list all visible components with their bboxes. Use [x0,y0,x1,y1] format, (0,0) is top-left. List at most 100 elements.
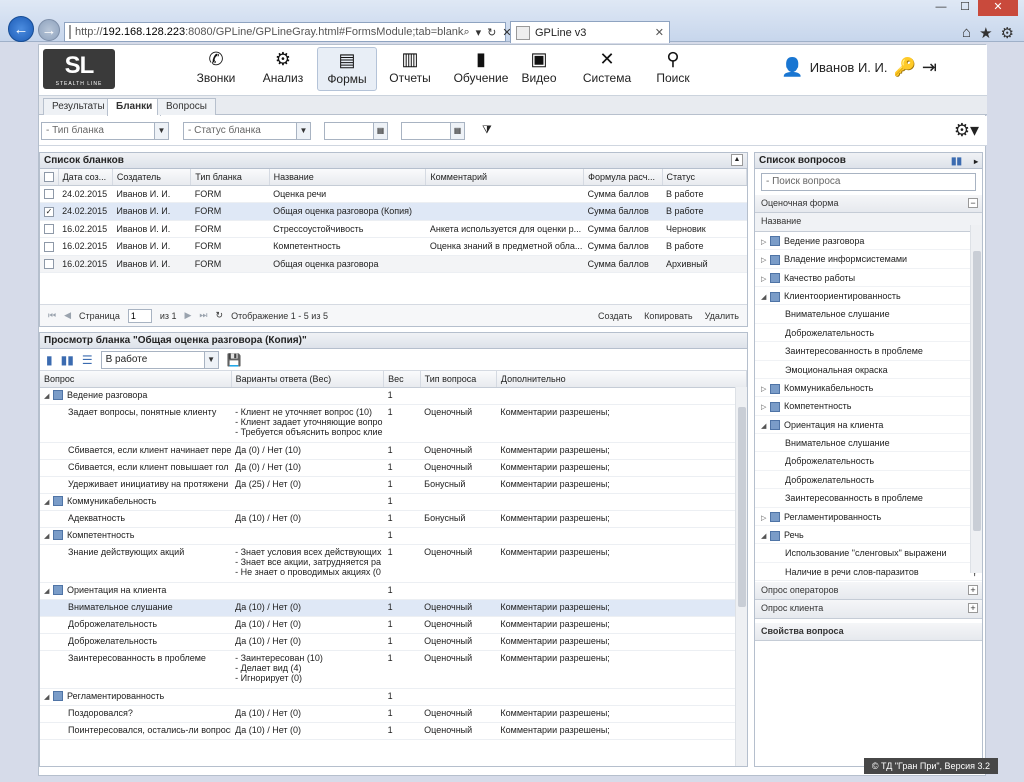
column-header[interactable]: Вес [383,371,421,388]
table-row[interactable]: ✓ 24.02.2015 Иванов И. И. FORM Общая оценка … [40,202,747,221]
menu-book[interactable]: ▮ Обучение [449,47,513,91]
question-row[interactable]: Поинтересовался, остались-ли вопросы Да (… [40,722,747,740]
maximize-button[interactable]: ☐ [954,0,976,16]
clear-filter-icon[interactable]: ⧩ [482,124,492,137]
collapse-triangle-icon[interactable]: ◢ [44,532,53,542]
user-name[interactable]: Иванов И. И. [810,60,888,75]
tree-scrollbar[interactable] [970,225,982,573]
search-icon[interactable]: ⌕ [463,26,469,39]
collapse-triangle-icon[interactable]: ◢ [761,289,770,304]
collapse-icon[interactable]: ▲ [731,154,743,166]
tab-close-icon[interactable]: ✕ [655,26,664,39]
column-header[interactable]: Статус [662,169,748,186]
menu-tools[interactable]: ✕ Система [581,47,633,91]
tree-folder[interactable]: ▷ Ведение разговора [755,232,982,251]
row-checkbox[interactable]: ✓ [44,206,54,217]
question-row[interactable]: Доброжелательность Да (10) / Нет (0) 1 Оцен… [40,633,747,651]
tree-folder[interactable]: ◢ Клиентоориентированность [755,287,982,306]
menu-search[interactable]: ⚲ Поиск [649,47,697,91]
table-row[interactable]: 24.02.2015 Иванов И. И. FORM Оценка речи Сум… [40,185,747,203]
date-from-field[interactable]: ▦ [324,122,388,140]
select-all-checkbox[interactable] [40,169,59,186]
first-page-icon[interactable]: ⏮ [48,310,56,321]
tree-folder[interactable]: ▷ Компетентность [755,397,982,416]
column-header[interactable]: Варианты ответа (Вес) [231,371,385,388]
tree-folder[interactable]: ▷ Владение информсистемами [755,250,982,269]
row-checkbox[interactable] [44,241,54,252]
tree-folder[interactable]: ▷ Коммуникабельность [755,379,982,398]
expand-icon[interactable]: + [968,584,978,595]
column-header[interactable]: Дополнительно [496,371,747,388]
row-checkbox[interactable] [44,189,54,200]
home-icon[interactable]: ⌂ [962,24,971,42]
favorites-star-icon[interactable]: ★ [979,24,992,42]
tree-question[interactable]: Использование "сленговых" выражени⚲ [755,544,982,563]
tree-question[interactable]: Заинтересованность в проблеме⚲ [755,489,982,508]
question-row[interactable]: Поздоровался? Да (10) / Нет (0) 1 Оценочный… [40,705,747,723]
delete-button[interactable]: Удалить [705,311,739,321]
column-header[interactable]: Дата соз... [58,169,113,186]
scroll-thumb[interactable] [973,251,981,531]
collapse-triangle-icon[interactable]: ◢ [761,528,770,543]
table-row[interactable]: 16.02.2015 Иванов И. И. FORM Общая оценка р… [40,255,747,273]
collapse-icon[interactable]: − [968,198,978,208]
tree-folder[interactable]: ◢ Ориентация на клиента [755,416,982,435]
tab-results[interactable]: Результаты [43,98,114,115]
collapse-triangle-icon[interactable]: ◢ [44,392,53,402]
collapse-triangle-icon[interactable]: ◢ [44,498,53,508]
tree-question[interactable]: Заинтересованность в проблеме⚲ [755,342,982,361]
column-header[interactable]: Комментарий [425,169,585,186]
question-row[interactable]: Адекватность Да (10) / Нет (0) 1 Бонусный Ко… [40,510,747,528]
group-row[interactable]: ◢ Ориентация на клиента 1 [40,582,747,600]
preview-scrollbar[interactable] [735,387,747,766]
question-row[interactable]: Задает вопросы, понятные клиенту - Клиент… [40,404,747,443]
prev-page-icon[interactable]: ◀ [64,310,71,321]
edit-list-icon[interactable]: ☰ [82,353,93,367]
group-row[interactable]: ◢ Ведение разговора 1 [40,387,747,405]
chevron-down-icon[interactable]: ▼ [154,123,168,139]
collapse-triangle-icon[interactable]: ◢ [761,418,770,433]
settings-gear-icon[interactable]: ⚙ [1001,24,1014,42]
question-row[interactable]: Доброжелательность Да (10) / Нет (0) 1 Оцен… [40,616,747,634]
create-button[interactable]: Создать [598,311,632,321]
tree-question[interactable]: Внимательное слушание⚲ [755,434,982,453]
question-row[interactable]: Внимательное слушание Да (10) / Нет (0) 1 О… [40,599,747,617]
settings-gear-icon[interactable]: ⚙▾ [954,120,979,141]
section-evaluation-form[interactable]: Оценочная форма − [755,195,982,214]
question-row[interactable]: Сбивается, если клиент начинает пере Да (… [40,442,747,460]
tree-question[interactable]: Внимательное слушание⚲ [755,305,982,324]
group-row[interactable]: ◢ Компетентность 1 [40,527,747,545]
question-search-input[interactable]: - Поиск вопроса [761,173,976,191]
chevron-down-icon[interactable]: ▼ [296,123,310,139]
expand-triangle-icon[interactable]: ▷ [761,399,770,414]
tree-question[interactable]: Доброжелательность⚲ [755,452,982,471]
column-header[interactable]: Формула расч... [583,169,663,186]
form-status-select[interactable]: В работе ▼ [100,350,219,369]
menu-gears[interactable]: ⚙ Анализ [259,47,307,91]
tree-folder[interactable]: ▷ Качество работы [755,269,982,287]
chevron-down-icon[interactable]: ▼ [203,351,218,368]
date-to-field[interactable]: ▦ [401,122,465,140]
expand-triangle-icon[interactable]: ▷ [761,252,770,267]
tab-blanks[interactable]: Бланки [107,98,162,116]
tree-folder[interactable]: ▷ Регламентированность [755,508,982,527]
forward-button[interactable]: → [38,19,60,41]
collapse-triangle-icon[interactable]: ◢ [44,693,53,703]
page-input[interactable] [127,308,152,323]
key-icon[interactable]: 🔑 [893,57,915,78]
group-row[interactable]: ◢ Регламентированность 1 [40,688,747,706]
section-operator-survey[interactable]: Опрос операторов + [755,581,982,601]
close-window-button[interactable]: ✕ [978,0,1018,16]
row-checkbox[interactable] [44,224,54,235]
tree-question[interactable]: Доброжелательность⚲ [755,471,982,490]
expand-triangle-icon[interactable]: ▷ [761,271,770,286]
collapse-triangle-icon[interactable]: ◢ [44,587,53,597]
column-header[interactable]: Создатель [112,169,192,186]
expand-triangle-icon[interactable]: ▷ [761,234,770,249]
minimize-button[interactable]: — [930,0,952,16]
table-row[interactable]: 16.02.2015 Иванов И. И. FORM Компетентность… [40,237,747,256]
back-button[interactable]: ← [8,16,34,42]
tab-questions[interactable]: Вопросы [157,98,216,115]
row-checkbox[interactable] [44,259,54,270]
question-row[interactable]: Удерживает инициативу на протяжени Да (25… [40,476,747,494]
